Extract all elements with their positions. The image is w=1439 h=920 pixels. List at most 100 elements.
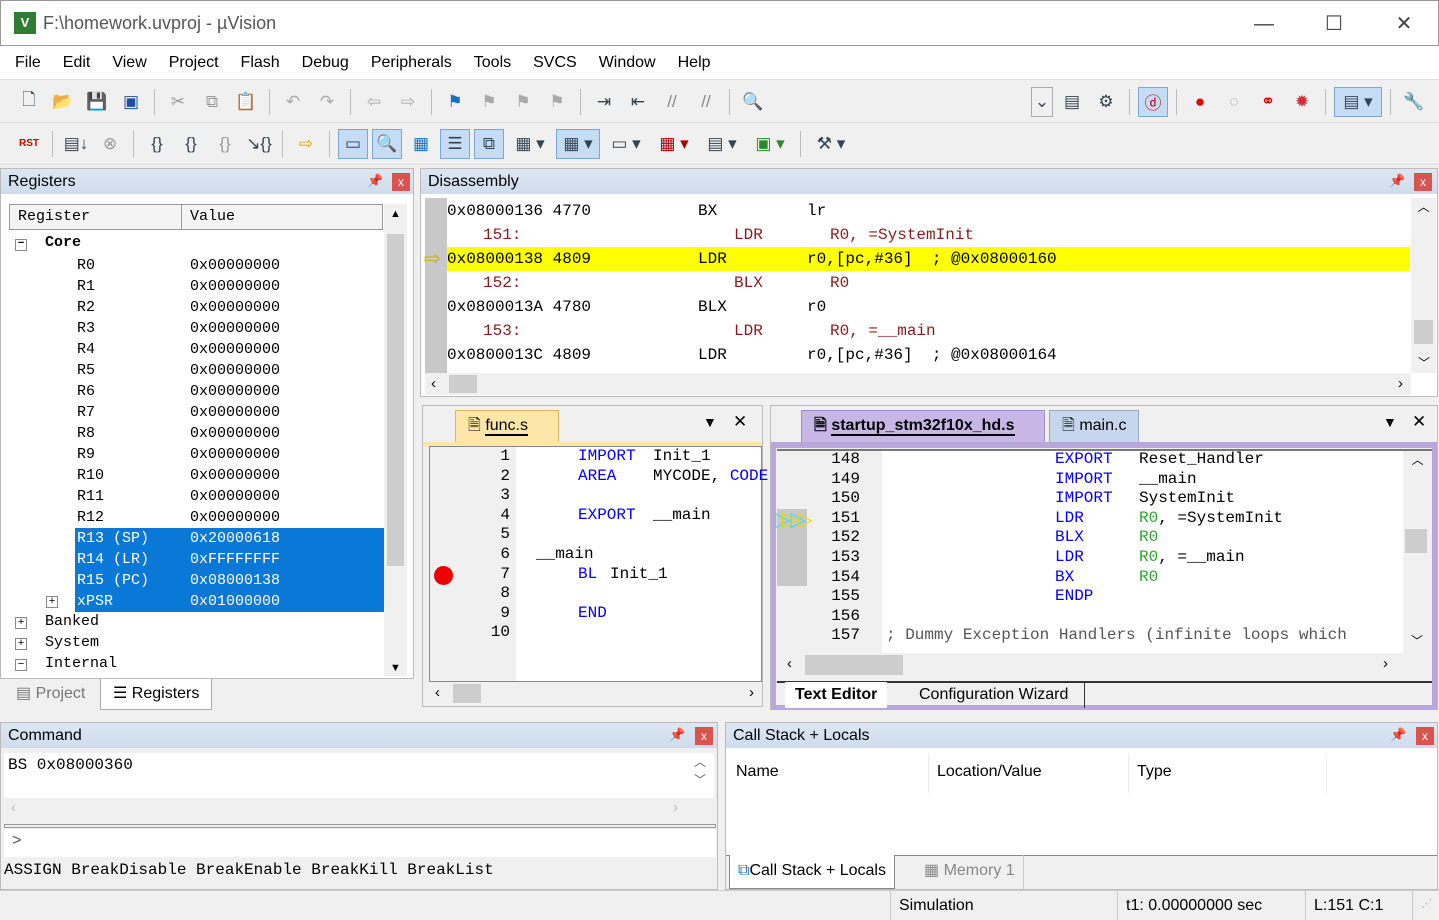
back-icon[interactable]: ⇦ <box>359 87 389 117</box>
run-icon[interactable]: ▤↓ <box>61 129 91 159</box>
breakpoint-icon[interactable] <box>434 565 453 585</box>
menu-debug[interactable]: Debug <box>291 46 360 80</box>
tab-text-editor[interactable]: Text Editor <box>785 682 888 708</box>
build-icon[interactable]: ⚙ <box>1091 87 1121 117</box>
tree-node-core[interactable]: − Core <box>15 234 81 251</box>
show-next-statement-icon[interactable]: ⇨ <box>291 129 321 159</box>
tree-node-group[interactable]: − Internal <box>15 655 117 672</box>
scroll-left-icon[interactable]: ‹ <box>11 799 16 816</box>
close-tab-button[interactable]: ✕ <box>1412 412 1426 432</box>
new-file-icon[interactable]: 🗋 <box>14 87 44 117</box>
register-row[interactable]: R3 0x00000000 <box>11 318 384 339</box>
next-bookmark-icon[interactable]: ⚑ <box>508 87 538 117</box>
configure-icon[interactable]: 🔧 <box>1399 87 1429 117</box>
disassembly-window-icon[interactable]: 🔍 <box>372 128 402 159</box>
indent-icon[interactable]: ⇥ <box>589 87 619 117</box>
tree-node-group[interactable]: + Banked <box>15 613 99 630</box>
disassembly-vscroll[interactable]: ︿ ﹀ <box>1411 198 1436 373</box>
disassembly-line[interactable]: 0x0800013C 4809 LDR r0,[pc,#36] ; @0x08000… <box>447 343 1410 367</box>
analysis-windows-icon[interactable]: ▦ ▾ <box>652 129 696 159</box>
breakpoints-kill-icon[interactable]: ⚭ <box>1253 87 1283 117</box>
register-row[interactable]: R6 0x00000000 <box>11 381 384 402</box>
tab-list-dropdown[interactable]: ▼ <box>1383 414 1397 430</box>
pin-icon[interactable]: 📌 <box>669 727 685 743</box>
register-row[interactable]: R11 0x00000000 <box>11 486 384 507</box>
minimize-button[interactable]: — <box>1244 9 1284 39</box>
menu-help[interactable]: Help <box>667 46 722 80</box>
close-panel-button[interactable]: x <box>1414 173 1432 191</box>
command-vscroll[interactable]: ︿ ﹀ <box>694 753 706 789</box>
close-panel-button[interactable]: x <box>1416 727 1434 745</box>
source-line[interactable]: 152: BLX R0 <box>447 271 1410 295</box>
tab-call-stack-locals[interactable]: ⧉Call Stack + Locals <box>729 855 895 889</box>
paste-icon[interactable]: 📋 <box>231 87 261 117</box>
toolbox-icon[interactable]: ⚒ ▾ <box>809 129 853 159</box>
register-row[interactable]: R2 0x00000000 <box>11 297 384 318</box>
system-viewer-icon[interactable]: ▣ ▾ <box>748 129 792 159</box>
menu-file[interactable]: File <box>4 46 52 80</box>
breakpoint-disable-icon[interactable]: ○ <box>1219 87 1249 117</box>
tab-startup-s[interactable]: 🗎 startup_stm32f10x_hd.s <box>801 410 1045 442</box>
expand-icon[interactable]: + <box>15 617 27 629</box>
comment-icon[interactable]: // <box>657 87 687 117</box>
source-line[interactable]: 151: LDR R0, =SystemInit <box>447 223 1410 247</box>
disassembly-line[interactable]: 0x0800013A 4780 BLX r0 <box>447 295 1410 319</box>
step-out-icon[interactable]: {} <box>210 129 240 159</box>
bookmark-icon[interactable]: ⚑ <box>440 87 470 117</box>
command-input[interactable]: > <box>4 829 716 857</box>
open-file-icon[interactable]: 📂 <box>48 87 78 117</box>
reset-icon[interactable]: RST <box>14 129 44 159</box>
startup-vscroll[interactable]: ︿ ﹀ <box>1403 451 1432 653</box>
clear-bookmarks-icon[interactable]: ⚑ <box>542 87 572 117</box>
menu-svcs[interactable]: SVCS <box>522 46 588 80</box>
menu-edit[interactable]: Edit <box>52 46 102 80</box>
stop-icon[interactable]: ⊗ <box>95 129 125 159</box>
prev-bookmark-icon[interactable]: ⚑ <box>474 87 504 117</box>
expand-icon[interactable]: + <box>15 638 27 650</box>
expand-icon[interactable]: + <box>46 596 58 608</box>
close-button[interactable]: ✕ <box>1384 9 1424 39</box>
disassembly-hscroll[interactable]: ‹ › <box>425 373 1411 395</box>
menu-window[interactable]: Window <box>588 46 667 80</box>
serial-windows-icon[interactable]: ▭ ▾ <box>604 129 648 159</box>
tab-list-dropdown[interactable]: ▼ <box>703 414 717 430</box>
collapse-icon[interactable]: − <box>15 239 27 251</box>
command-window-icon[interactable]: ▭ <box>338 128 368 159</box>
batch-build-icon[interactable]: ▤ <box>1057 87 1087 117</box>
disassembly-line[interactable]: 0x08000138 4809 LDR r0,[pc,#36] ; @0x08000… <box>447 247 1410 271</box>
tab-main-c[interactable]: 🗎 main.c <box>1049 410 1139 442</box>
close-tab-button[interactable]: ✕ <box>733 412 747 432</box>
tab-memory-1[interactable]: ▦ Memory 1 <box>916 855 1024 889</box>
memory-windows-icon[interactable]: ▦ ▾ <box>556 128 600 159</box>
tab-func-s[interactable]: 🗎 func.s <box>455 410 559 442</box>
scroll-right-icon[interactable]: › <box>673 799 678 816</box>
register-row[interactable]: R8 0x00000000 <box>11 423 384 444</box>
tab-project[interactable]: ▤ Project <box>4 679 97 709</box>
copy-icon[interactable]: ⧉ <box>197 87 227 117</box>
debug-session-icon[interactable]: ⓓ <box>1138 86 1168 117</box>
symbols-window-icon[interactable]: ▦ <box>406 129 436 159</box>
breakpoint-gutter[interactable] <box>430 447 460 681</box>
menu-view[interactable]: View <box>101 46 157 80</box>
breakpoints-kill-all-icon[interactable]: ✹ <box>1287 87 1317 117</box>
register-row[interactable]: R1 0x00000000 <box>11 276 384 297</box>
select-target-dropdown[interactable]: ⌄ <box>1031 86 1053 117</box>
breakpoint-insert-icon[interactable]: ● <box>1185 87 1215 117</box>
uncomment-icon[interactable]: // <box>691 87 721 117</box>
location-column-header[interactable]: Location/Value <box>928 753 1050 793</box>
window-layout-icon[interactable]: ▤ ▾ <box>1334 86 1382 117</box>
menu-tools[interactable]: Tools <box>463 46 522 80</box>
register-row[interactable]: R0 0x00000000 <box>11 255 384 276</box>
register-row[interactable]: R4 0x00000000 <box>11 339 384 360</box>
register-row[interactable]: R15 (PC) 0x08000138 <box>11 570 384 591</box>
register-row[interactable]: R10 0x00000000 <box>11 465 384 486</box>
tab-configuration-wizard[interactable]: Configuration Wizard <box>903 682 1086 708</box>
save-icon[interactable]: 💾 <box>82 87 112 117</box>
registers-window-icon[interactable]: ☰ <box>440 128 470 159</box>
register-row[interactable]: + xPSR 0x01000000 <box>11 591 384 612</box>
call-stack-window-icon[interactable]: ⧉ <box>474 128 504 159</box>
find-in-files-icon[interactable]: 🔍 <box>738 87 768 117</box>
trace-windows-icon[interactable]: ▤ ▾ <box>700 129 744 159</box>
resize-grip-icon[interactable]: ⋰ <box>1412 891 1439 920</box>
pin-icon[interactable]: 📌 <box>1390 727 1406 743</box>
